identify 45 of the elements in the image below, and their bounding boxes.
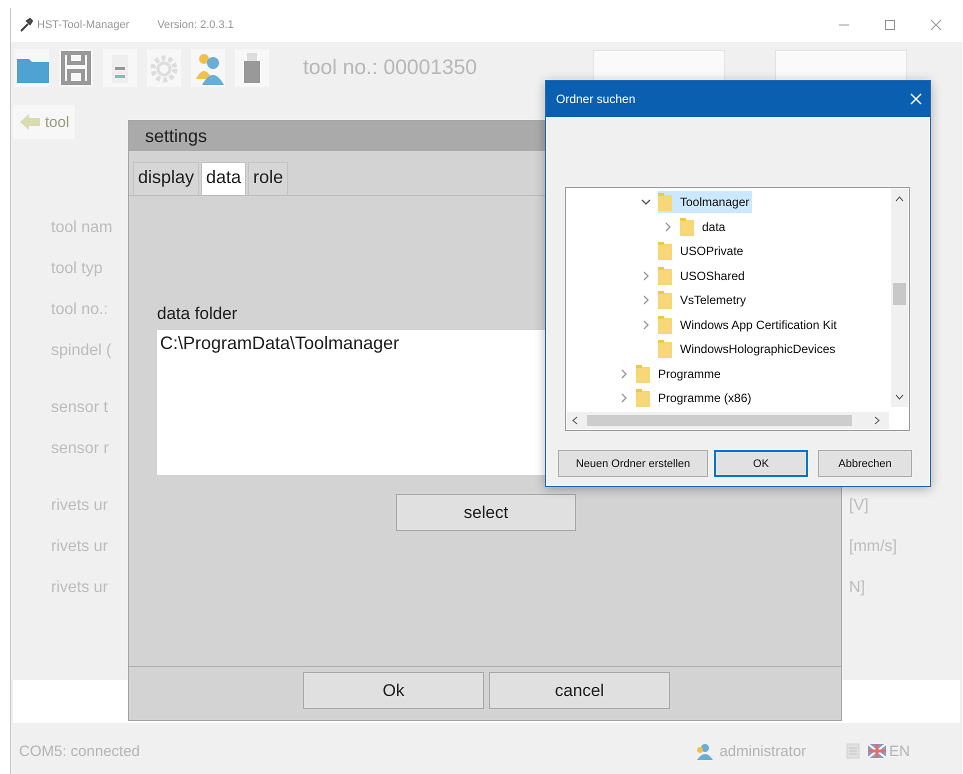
select-button[interactable]: select — [396, 494, 576, 531]
version-label: Version: 2.0.3.1 — [157, 19, 234, 31]
user-name: administrator — [719, 742, 806, 760]
field-label: data folder — [157, 304, 238, 324]
dialog-button[interactable]: OK — [714, 450, 808, 477]
folder-icon — [636, 389, 650, 408]
tree-item[interactable]: Programme — [636, 362, 724, 385]
folder-icon[interactable] — [15, 49, 49, 87]
horizontal-scrollbar[interactable] — [567, 412, 889, 429]
tree-item[interactable]: Toolmanager — [658, 191, 752, 214]
dialog-button[interactable]: Abbrechen — [818, 450, 912, 477]
connection-status: COM5: connected — [19, 742, 140, 760]
users-icon[interactable] — [191, 49, 225, 87]
dialog-button[interactable]: cancel — [489, 672, 670, 709]
close-icon[interactable] — [930, 19, 942, 31]
tree-item[interactable]: Programme (x86) — [636, 387, 754, 410]
folder-icon — [658, 291, 672, 310]
folder-icon — [636, 364, 650, 383]
save-icon[interactable] — [59, 49, 93, 87]
document-icon[interactable] — [103, 49, 137, 87]
user-icon — [695, 742, 714, 760]
tree-item[interactable]: USOPrivate — [658, 240, 746, 262]
tree-item[interactable]: USOShared — [658, 264, 748, 287]
tab[interactable]: data — [201, 162, 246, 195]
tab[interactable]: role — [248, 162, 288, 195]
folder-icon — [680, 218, 694, 236]
folder-icon — [658, 316, 672, 334]
tree-item[interactable]: data — [680, 216, 728, 238]
tool-number: tool no.: 00001350 — [303, 56, 478, 80]
tree-item[interactable]: VsTelemetry — [658, 289, 750, 312]
dialog-button[interactable]: Neuen Ordner erstellen — [558, 450, 708, 477]
vertical-scrollbar[interactable] — [891, 189, 908, 407]
folder-icon — [658, 242, 672, 260]
dialog-title: Ordner suchen — [556, 92, 636, 106]
usb-stick-icon[interactable] — [235, 49, 269, 87]
maximize-icon[interactable] — [884, 19, 896, 31]
folder-icon — [658, 193, 672, 212]
wrench-icon — [19, 18, 33, 32]
window-title: HST-Tool-Manager — [37, 19, 130, 31]
flag-icon — [868, 744, 886, 758]
folder-icon — [658, 340, 672, 358]
arrow-left-icon — [19, 113, 41, 131]
tab[interactable]: display — [133, 162, 200, 195]
folder-icon — [658, 266, 672, 285]
dialog-button[interactable]: Ok — [303, 672, 484, 709]
